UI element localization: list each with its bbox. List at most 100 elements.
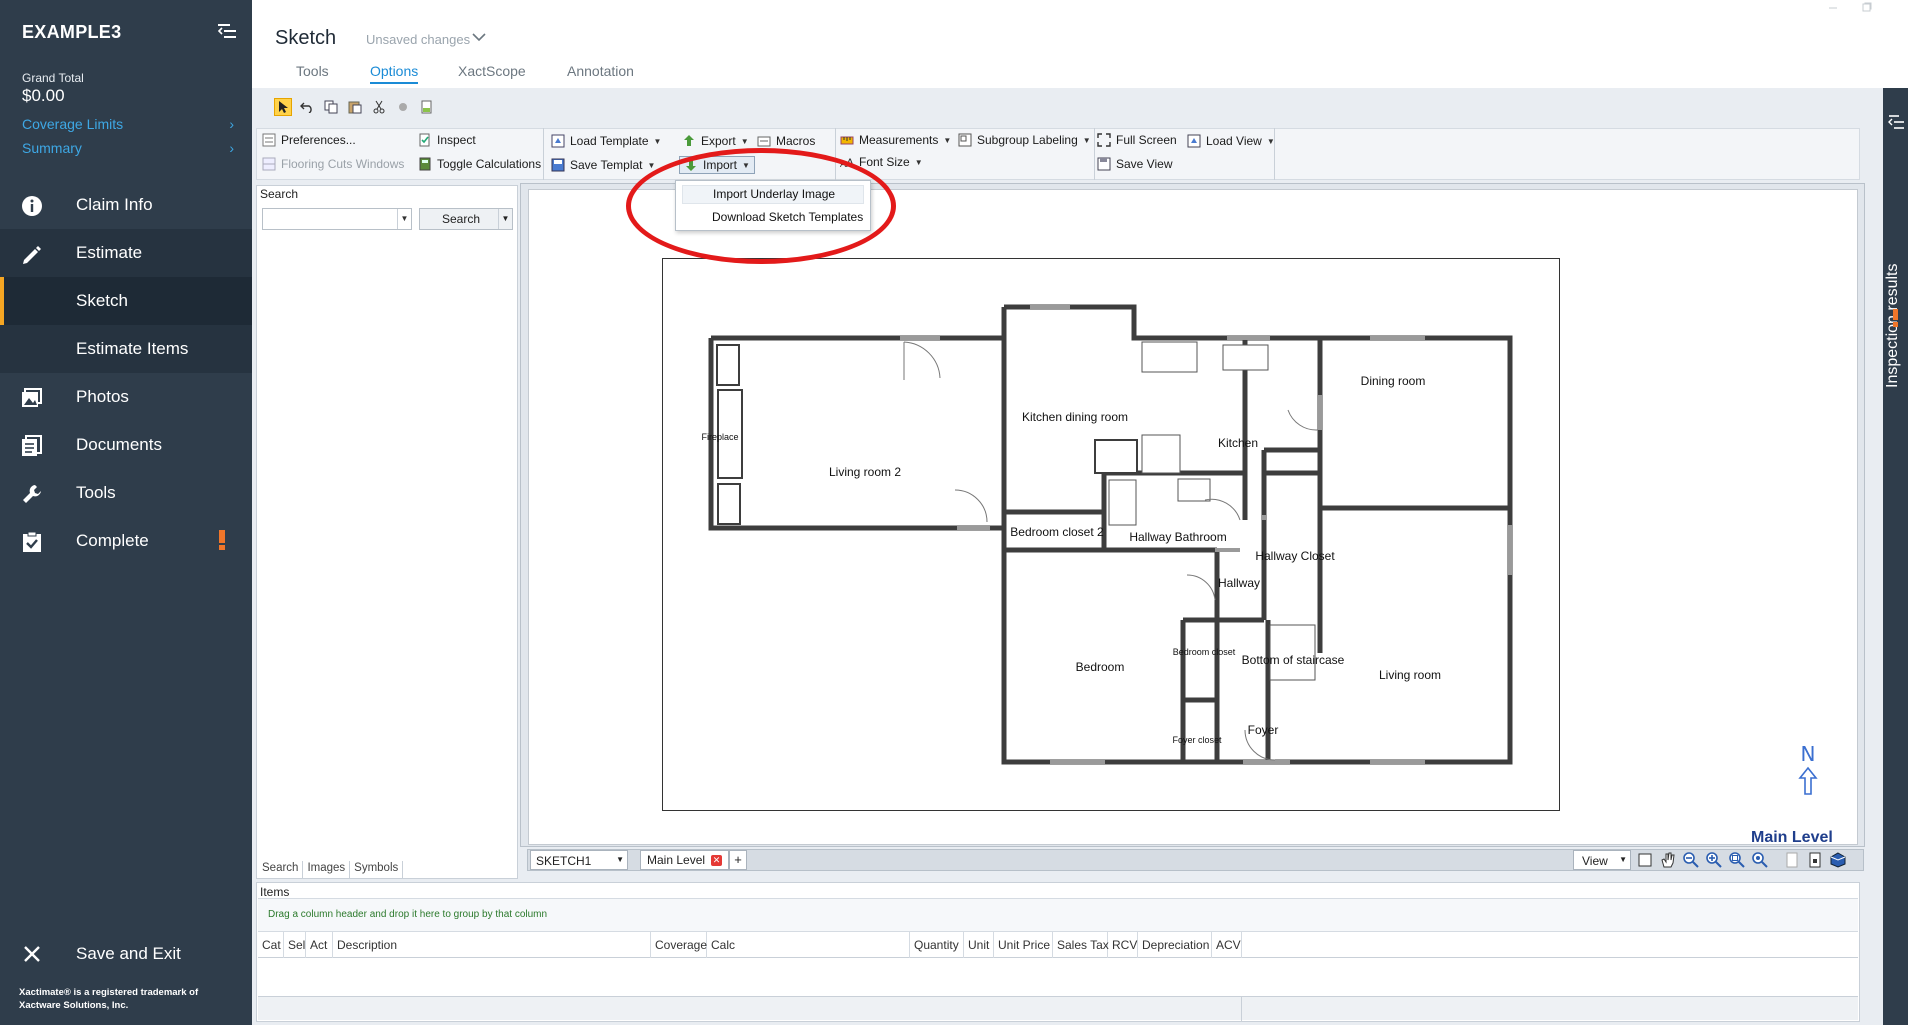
select-pointer-icon[interactable] — [274, 98, 292, 116]
zoom-out-icon[interactable] — [1682, 851, 1700, 869]
grand-total-value: $0.00 — [22, 86, 65, 105]
minimize-icon[interactable] — [1828, 2, 1838, 12]
col-header-description[interactable]: Description — [333, 932, 651, 958]
room-label-foyer: Foyer — [1247, 723, 1279, 737]
import-icon — [686, 160, 696, 171]
page-setup-icon[interactable] — [1806, 851, 1824, 869]
close-level-icon[interactable]: ✕ — [711, 854, 723, 866]
measurements-button[interactable]: Measurements ▼ — [840, 133, 951, 147]
floor-plan[interactable] — [662, 258, 1560, 811]
col-header-unit[interactable]: Unit — [964, 932, 994, 958]
col-header-sales-tax[interactable]: Sales Tax — [1053, 932, 1109, 958]
col-header-calc[interactable]: Calc — [707, 932, 910, 958]
room-label-hallway-closet: Hallway Closet — [1255, 549, 1335, 563]
search-input[interactable]: ▼ — [262, 208, 412, 230]
nav-label: Complete — [76, 531, 149, 550]
nav-estimate[interactable]: Estimate — [0, 229, 252, 277]
load-view-button[interactable]: Load View ▼ — [1187, 134, 1275, 148]
nav-claim-info[interactable]: Claim Info — [0, 181, 252, 229]
summary-link[interactable]: Summary › — [22, 140, 234, 156]
pan-hand-icon[interactable] — [1659, 851, 1677, 869]
flooring-cuts-windows-button[interactable]: Flooring Cuts Windows — [262, 157, 404, 171]
inspect-button[interactable]: Inspect — [418, 133, 476, 147]
macros-button[interactable]: Macros — [757, 134, 815, 148]
view-selector[interactable]: View ▼ — [1573, 850, 1631, 870]
tab-main-level[interactable]: Main Level ✕ — [640, 850, 730, 870]
undo-icon[interactable] — [298, 98, 316, 116]
expand-panel-icon[interactable] — [1888, 114, 1905, 130]
room-label-hallway: Hallway — [1217, 576, 1261, 590]
trademark-line-2: Xactware Solutions, Inc. — [19, 1000, 129, 1011]
col-header-sel[interactable]: Sel — [284, 932, 306, 958]
collapse-sidebar-icon[interactable] — [216, 22, 238, 40]
font-size-button[interactable]: AA Font Size ▼ — [840, 155, 923, 169]
load-view-icon — [1187, 134, 1201, 148]
chevron-down-icon[interactable]: ▼ — [397, 209, 411, 229]
paste-icon[interactable] — [346, 98, 364, 116]
level-label: Main Level — [1751, 829, 1833, 846]
restore-icon[interactable] — [1862, 2, 1872, 12]
tab-annotation[interactable]: Annotation — [567, 63, 634, 79]
col-header-act[interactable]: Act — [306, 932, 333, 958]
print-icon[interactable] — [418, 98, 436, 116]
tab-options[interactable]: Options — [370, 63, 419, 84]
blank-page-icon[interactable] — [1783, 851, 1801, 869]
save-and-exit-button[interactable]: Save and Exit — [0, 930, 252, 978]
download-sketch-templates-item[interactable]: Download Sketch Templates — [712, 210, 863, 224]
nav-photos[interactable]: Photos — [0, 373, 252, 421]
toggle-calculations-button[interactable]: Toggle Calculations — [418, 157, 541, 171]
cut-icon[interactable] — [370, 98, 388, 116]
import-button[interactable]: Import ▼ — [679, 156, 755, 174]
group-by-area[interactable]: Drag a column header and drop it here to… — [258, 898, 1858, 932]
nav-documents[interactable]: Documents — [0, 421, 252, 469]
subgroup-labeling-button[interactable]: Subgroup Labeling ▼ — [958, 133, 1091, 147]
add-level-button[interactable]: + — [729, 850, 747, 870]
zoom-fit-icon[interactable] — [1728, 851, 1746, 869]
save-view-label: Save View — [1116, 157, 1173, 171]
col-header-quantity[interactable]: Quantity — [910, 932, 964, 958]
zoom-extents-icon[interactable] — [1751, 851, 1769, 869]
import-underlay-image-item[interactable]: Import Underlay Image — [682, 185, 864, 204]
nav-tools[interactable]: Tools — [0, 469, 252, 517]
select-box-icon[interactable] — [1636, 851, 1654, 869]
full-screen-button[interactable]: Full Screen — [1097, 133, 1177, 147]
search-button[interactable]: Search ▼ — [419, 208, 513, 230]
chevron-down-icon[interactable]: ▼ — [498, 209, 512, 229]
chevron-down-icon[interactable] — [471, 31, 487, 43]
coverage-limits-link[interactable]: Coverage Limits › — [22, 116, 234, 132]
load-template-button[interactable]: Load Template ▼ — [551, 134, 661, 148]
zoom-in-icon[interactable] — [1705, 851, 1723, 869]
nav-complete[interactable]: Complete — [0, 517, 252, 565]
tab-tools[interactable]: Tools — [296, 63, 329, 79]
left-sidebar: EXAMPLE3 Grand Total $0.00 Coverage Limi… — [0, 0, 252, 1025]
col-header-rcv[interactable]: RCV — [1108, 932, 1138, 958]
col-header-acv[interactable]: ACV — [1212, 932, 1242, 958]
nav-estimate-items[interactable]: Estimate Items — [0, 325, 252, 373]
inspection-results-rail[interactable]: Inspection results — [1883, 88, 1908, 1025]
footer-divider — [1241, 997, 1242, 1021]
macros-label: Macros — [776, 134, 816, 148]
load-view-label: Load View — [1206, 134, 1262, 148]
export-button[interactable]: Export ▼ — [682, 134, 749, 148]
copy-icon[interactable] — [322, 98, 340, 116]
nav-sketch[interactable]: Sketch — [0, 277, 252, 325]
dropdown-caret-icon: ▼ — [1082, 135, 1091, 145]
stamp-icon[interactable] — [394, 98, 412, 116]
tab-images[interactable]: Images — [303, 861, 351, 878]
dropdown-caret-icon: ▼ — [742, 160, 750, 170]
tab-xactscope[interactable]: XactScope — [458, 63, 526, 79]
col-header-unit-price[interactable]: Unit Price — [994, 932, 1053, 958]
save-template-button[interactable]: Save Templat ▼ — [551, 158, 655, 172]
inspect-label: Inspect — [437, 133, 476, 147]
tab-search[interactable]: Search — [258, 861, 304, 878]
preferences-button[interactable]: Preferences... — [262, 133, 356, 147]
col-header-depreciation[interactable]: Depreciation — [1138, 932, 1212, 958]
save-view-button[interactable]: Save View — [1097, 157, 1172, 171]
dropdown-caret-icon: ▼ — [647, 160, 656, 170]
col-header-coverage[interactable]: Coverage — [651, 932, 707, 958]
sketch-selector[interactable]: SKETCH1 ▼ — [530, 850, 628, 870]
flooring-cuts-icon — [262, 157, 276, 171]
col-header-cat[interactable]: Cat — [258, 932, 284, 958]
3d-view-icon[interactable] — [1829, 851, 1847, 869]
tab-symbols[interactable]: Symbols — [350, 861, 404, 878]
